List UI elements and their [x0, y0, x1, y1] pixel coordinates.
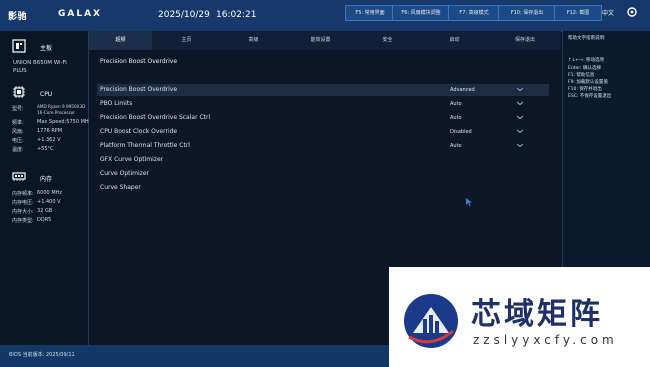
setting-label: Curve Shaper	[100, 184, 141, 191]
setting-label: Precision Boost Overdrive Scalar Ctrl	[100, 114, 211, 121]
help-line: Enter: 确认选择	[568, 66, 601, 71]
cpu-model-key: 型号:	[12, 106, 24, 112]
memory-freq-value: 6000 MHz	[37, 190, 63, 196]
tab-main[interactable]: 主页	[154, 31, 219, 50]
memory-voltage-key: 内存电压:	[12, 200, 34, 206]
memory-title: 内存	[40, 176, 53, 183]
setting-row-curve-shaper[interactable]: Curve Shaper	[97, 182, 549, 194]
system-date[interactable]: 2025/10/29	[158, 10, 210, 20]
mainboard-model-sub: PLUS	[13, 68, 27, 74]
cpu-temp-value: +55°C	[37, 146, 54, 152]
section-title: Precision Boost Overdrive	[100, 58, 178, 65]
tab-power[interactable]: 能效设置	[288, 31, 353, 50]
cpu-icon	[13, 86, 25, 98]
mainboard-model: UNION B650M Wi-Fi	[13, 60, 67, 66]
f6-button[interactable]: F6: 风扇模块调整	[392, 5, 450, 21]
memory-type-value: DDR5	[37, 217, 52, 223]
help-line: F10: 保存并退出	[568, 87, 602, 92]
setting-label: Precision Boost Overdrive	[100, 86, 178, 93]
tab-advanced[interactable]: 高级	[221, 31, 286, 50]
setting-row-pbo-scalar[interactable]: Precision Boost Overdrive Scalar Ctrl Au…	[97, 112, 549, 124]
watermark-logo-icon	[404, 294, 458, 348]
cpu-model-value: AMD Ryzen 9 9950X3D	[37, 104, 86, 109]
setting-value-dropdown[interactable]: Auto	[450, 140, 462, 152]
watermark-title: 芯域矩阵	[471, 297, 603, 332]
cpu-freq-key: 频率:	[12, 120, 24, 126]
cpu-title: CPU	[40, 91, 53, 98]
cpu-voltage-value: +1.362 V	[37, 137, 61, 143]
chevron-down-icon[interactable]	[517, 142, 523, 148]
memory-icon	[12, 172, 26, 181]
chevron-down-icon[interactable]	[517, 114, 523, 120]
mouse-cursor-icon	[466, 198, 472, 206]
cpu-fan-value: 1776 RPM	[37, 128, 63, 134]
setting-label: PBO Limits	[100, 100, 133, 107]
help-line: ↑↓←→: 移动选项	[568, 58, 605, 63]
cpu-freq-value: Max Speed:5750 MHz	[37, 119, 92, 125]
setting-row-boost-clock[interactable]: CPU Boost Clock Override Disabled	[97, 126, 549, 138]
memory-size-value: 32 GB	[37, 208, 53, 214]
motherboard-icon	[12, 39, 26, 53]
watermark-url: zzslyyxcfy.com	[473, 333, 618, 347]
setting-row-curve-optimizer[interactable]: Curve Optimizer	[97, 168, 549, 180]
memory-voltage-value: +1.400 V	[37, 199, 61, 205]
setting-value-dropdown[interactable]: Auto	[450, 112, 462, 124]
f5-button[interactable]: F5: 常用界面	[345, 5, 395, 21]
watermark-overlay: 芯域矩阵 zzslyyxcfy.com	[389, 267, 650, 367]
memory-type-key: 内存类型:	[12, 218, 34, 224]
f7-button[interactable]: F7: 高级模式	[448, 5, 500, 21]
tab-overclock[interactable]: 超频	[89, 31, 152, 50]
help-title: 帮助文字指南说明:	[568, 36, 606, 41]
bios-version: BIOS 当前版本: 2025/09/11	[9, 352, 75, 358]
main-tabs: 超频 主页 高级 能效设置 安全 启动 保存退出	[89, 31, 561, 50]
cpu-fan-key: 风扇:	[12, 129, 24, 135]
f10-button[interactable]: F10: 保存退出	[498, 5, 556, 21]
cpu-temp-key: 温度:	[12, 147, 24, 153]
setting-label: Curve Optimizer	[100, 170, 149, 177]
system-time[interactable]: 16:02:21	[216, 10, 256, 20]
setting-label: Platform Thermal Throttle Ctrl	[100, 142, 190, 149]
mainboard-title: 主板	[40, 45, 53, 52]
tab-security[interactable]: 安全	[355, 31, 420, 50]
cpu-model-value-2: 16-Core Processor	[37, 110, 76, 115]
memory-size-key: 内存大小:	[12, 209, 34, 215]
help-line: F1: 帮助信息	[568, 73, 595, 78]
setting-row-pbo-limits[interactable]: PBO Limits Auto	[97, 98, 549, 110]
cpu-voltage-key: 电压:	[12, 138, 24, 144]
help-line: ESC: 不保存设置退出	[568, 94, 612, 99]
brand-logo-en: GALAX	[58, 9, 102, 19]
tab-boot[interactable]: 启动	[422, 31, 487, 50]
setting-row-pbo[interactable]: Precision Boost Overdrive Advanced	[97, 84, 549, 96]
setting-value-dropdown[interactable]: Auto	[450, 98, 462, 110]
top-bar: 影驰 GALAX 2025/10/29 16:02:21 F5: 常用界面 F6…	[0, 0, 650, 32]
chevron-down-icon[interactable]	[517, 128, 523, 134]
help-line: F9: 加载默认设置值	[568, 80, 608, 85]
setting-row-thermal-throttle[interactable]: Platform Thermal Throttle Ctrl Auto	[97, 140, 549, 152]
system-info-sidebar: 主板 UNION B650M Wi-Fi PLUS CPU 型号: AMD Ry…	[0, 31, 92, 345]
setting-label: CPU Boost Clock Override	[100, 128, 178, 135]
setting-row-gfx-curve[interactable]: GFX Curve Optimizer	[97, 154, 549, 166]
chevron-down-icon[interactable]	[517, 100, 523, 106]
tab-save-exit[interactable]: 保存退出	[489, 31, 561, 50]
setting-label: GFX Curve Optimizer	[100, 156, 164, 163]
brand-logo-cn: 影驰	[8, 12, 28, 22]
f12-button[interactable]: F12: 截图	[554, 5, 602, 21]
setting-value-dropdown[interactable]: Advanced	[450, 84, 475, 96]
setting-value-dropdown[interactable]: Disabled	[450, 126, 472, 138]
language-selector[interactable]: 中文	[602, 8, 614, 17]
memory-freq-key: 内存频率:	[12, 191, 34, 197]
settings-icon[interactable]	[626, 6, 638, 18]
chevron-down-icon[interactable]	[517, 86, 523, 92]
